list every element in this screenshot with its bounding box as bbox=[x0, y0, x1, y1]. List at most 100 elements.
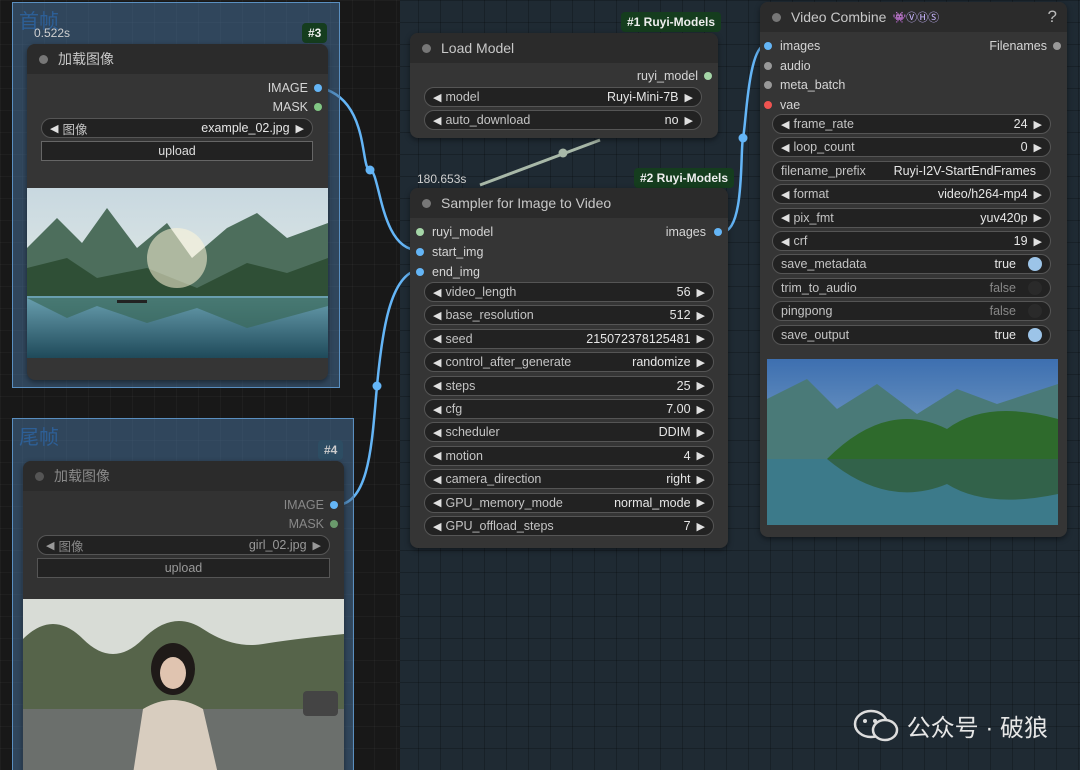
port-dot-icon[interactable] bbox=[330, 501, 338, 509]
image-select-widget[interactable]: ◀ 图像 girl_02.jpg ▶ bbox=[37, 535, 330, 555]
arrow-left-icon[interactable]: ◀ bbox=[433, 379, 441, 392]
collapse-dot-icon[interactable] bbox=[422, 198, 431, 208]
upload-button[interactable]: upload bbox=[37, 558, 330, 578]
output-images[interactable]: images bbox=[666, 225, 722, 239]
widget-motion[interactable]: ◀ motion 4 ▶ bbox=[424, 445, 714, 466]
arrow-right-icon[interactable]: ▶ bbox=[697, 520, 705, 533]
port-dot-icon[interactable] bbox=[764, 100, 772, 109]
arrow-right-icon[interactable]: ▶ bbox=[1034, 188, 1042, 201]
arrow-right-icon[interactable]: ▶ bbox=[697, 286, 705, 299]
widget-cfg[interactable]: ◀ cfg 7.00 ▶ bbox=[424, 399, 714, 419]
output-ruyi-model[interactable]: ruyi_model bbox=[637, 69, 712, 83]
port-dot-icon[interactable] bbox=[416, 228, 424, 236]
widget-gpu-memory-mode[interactable]: ◀ GPU_memory_mode normal_mode ▶ bbox=[424, 492, 714, 513]
toggle-knob-icon[interactable] bbox=[1028, 280, 1042, 295]
collapse-dot-icon[interactable] bbox=[422, 43, 431, 53]
upload-button[interactable]: upload bbox=[41, 141, 313, 161]
widget-filename-prefix[interactable]: filename_prefix Ruyi-I2V-StartEndFrames bbox=[772, 160, 1051, 181]
sampler-node[interactable]: Sampler for Image to Video ruyi_model st… bbox=[410, 188, 728, 548]
widget-control-after-generate[interactable]: ◀ control_after_generate randomize ▶ bbox=[424, 352, 714, 373]
port-dot-icon[interactable] bbox=[330, 520, 338, 528]
arrow-left-icon[interactable]: ◀ bbox=[781, 211, 789, 224]
port-dot-icon[interactable] bbox=[314, 84, 322, 92]
arrow-right-icon[interactable]: ▶ bbox=[296, 122, 304, 135]
node-header[interactable]: Load Model bbox=[410, 33, 718, 63]
arrow-left-icon[interactable]: ◀ bbox=[433, 309, 441, 322]
arrow-right-icon[interactable]: ▶ bbox=[697, 426, 705, 439]
arrow-left-icon[interactable]: ◀ bbox=[781, 141, 789, 154]
widget-save-output[interactable]: save_output true bbox=[772, 324, 1051, 345]
widget-steps[interactable]: ◀ steps 25 ▶ bbox=[424, 375, 714, 396]
input-vae[interactable]: vae bbox=[764, 98, 800, 112]
arrow-right-icon[interactable]: ▶ bbox=[1034, 141, 1042, 154]
widget-loop-count[interactable]: ◀ loop_count 0 ▶ bbox=[772, 137, 1051, 158]
port-dot-icon[interactable] bbox=[416, 268, 424, 276]
load-model-node[interactable]: Load Model ruyi_model ◀ model Ruyi-Mini-7B… bbox=[410, 33, 718, 138]
widget-camera-direction[interactable]: ◀ camera_direction right ▶ bbox=[424, 469, 714, 490]
arrow-left-icon[interactable]: ◀ bbox=[433, 332, 441, 345]
help-icon[interactable]: ? bbox=[1048, 7, 1057, 27]
output-filenames[interactable]: Filenames bbox=[989, 39, 1061, 53]
arrow-right-icon[interactable]: ▶ bbox=[1034, 235, 1042, 248]
port-dot-icon[interactable] bbox=[416, 248, 424, 256]
arrow-right-icon[interactable]: ▶ bbox=[697, 449, 705, 462]
input-start-img[interactable]: start_img bbox=[416, 245, 483, 259]
arrow-left-icon[interactable]: ◀ bbox=[433, 496, 441, 509]
output-mask[interactable]: MASK bbox=[273, 100, 322, 114]
widget-gpu-offload-steps[interactable]: ◀ GPU_offload_steps 7 ▶ bbox=[424, 516, 714, 536]
arrow-right-icon[interactable]: ▶ bbox=[697, 496, 705, 509]
toggle-knob-icon[interactable] bbox=[1028, 257, 1042, 272]
arrow-right-icon[interactable]: ▶ bbox=[685, 114, 693, 127]
port-dot-icon[interactable] bbox=[314, 103, 322, 111]
port-dot-icon[interactable] bbox=[764, 42, 772, 50]
widget-auto-download[interactable]: ◀ auto_download no ▶ bbox=[424, 110, 702, 130]
arrow-right-icon[interactable]: ▶ bbox=[1034, 118, 1042, 131]
widget-crf[interactable]: ◀ crf 19 ▶ bbox=[772, 231, 1051, 251]
widget-model[interactable]: ◀ model Ruyi-Mini-7B ▶ bbox=[424, 87, 702, 107]
arrow-right-icon[interactable]: ▶ bbox=[1034, 211, 1042, 224]
port-dot-icon[interactable] bbox=[764, 81, 772, 90]
port-dot-icon[interactable] bbox=[714, 228, 722, 236]
port-dot-icon[interactable] bbox=[764, 61, 772, 70]
arrow-left-icon[interactable]: ◀ bbox=[433, 520, 441, 533]
port-dot-icon[interactable] bbox=[1053, 42, 1061, 50]
arrow-left-icon[interactable]: ◀ bbox=[433, 286, 441, 299]
arrow-right-icon[interactable]: ▶ bbox=[697, 309, 705, 322]
widget-save-metadata[interactable]: save_metadata true bbox=[772, 254, 1051, 275]
input-end-img[interactable]: end_img bbox=[416, 265, 480, 279]
arrow-right-icon[interactable]: ▶ bbox=[697, 473, 705, 486]
arrow-right-icon[interactable]: ▶ bbox=[697, 332, 705, 345]
collapse-dot-icon[interactable] bbox=[35, 471, 44, 481]
widget-frame-rate[interactable]: ◀ frame_rate 24 ▶ bbox=[772, 114, 1051, 134]
collapse-dot-icon[interactable] bbox=[39, 54, 48, 64]
arrow-right-icon[interactable]: ▶ bbox=[697, 356, 705, 369]
arrow-left-icon[interactable]: ◀ bbox=[781, 118, 789, 131]
output-mask[interactable]: MASK bbox=[289, 517, 338, 531]
widget-seed[interactable]: ◀ seed 215072378125481 ▶ bbox=[424, 328, 714, 349]
input-audio[interactable]: audio bbox=[764, 59, 811, 73]
arrow-left-icon[interactable]: ◀ bbox=[433, 356, 441, 369]
arrow-left-icon[interactable]: ◀ bbox=[433, 91, 441, 104]
widget-pix-fmt[interactable]: ◀ pix_fmt yuv420p ▶ bbox=[772, 207, 1051, 228]
arrow-left-icon[interactable]: ◀ bbox=[433, 426, 441, 439]
widget-scheduler[interactable]: ◀ scheduler DDIM ▶ bbox=[424, 422, 714, 443]
node-header[interactable]: Video Combine 👾ⓋⒽⓈ ? bbox=[760, 2, 1067, 32]
collapse-dot-icon[interactable] bbox=[772, 12, 781, 22]
load-image-node-2[interactable]: 加载图像 IMAGE MASK ◀ 图像 girl_02.jpg ▶ uploa… bbox=[23, 461, 344, 770]
widget-video-length[interactable]: ◀ video_length 56 ▶ bbox=[424, 282, 714, 302]
input-images[interactable]: images bbox=[764, 39, 820, 53]
arrow-left-icon[interactable]: ◀ bbox=[433, 114, 441, 127]
arrow-right-icon[interactable]: ▶ bbox=[685, 91, 693, 104]
widget-format[interactable]: ◀ format video/h264-mp4 ▶ bbox=[772, 184, 1051, 205]
image-select-widget[interactable]: ◀ 图像 example_02.jpg ▶ bbox=[41, 118, 313, 138]
toggle-knob-icon[interactable] bbox=[1028, 304, 1042, 319]
output-image[interactable]: IMAGE bbox=[284, 498, 338, 512]
node-header[interactable]: 加载图像 bbox=[27, 44, 328, 74]
arrow-right-icon[interactable]: ▶ bbox=[697, 379, 705, 392]
port-dot-icon[interactable] bbox=[704, 72, 712, 80]
arrow-left-icon[interactable]: ◀ bbox=[433, 473, 441, 486]
load-image-node-1[interactable]: 加载图像 IMAGE MASK ◀ 图像 example_02.jpg ▶ up… bbox=[27, 44, 328, 380]
output-image[interactable]: IMAGE bbox=[268, 81, 322, 95]
arrow-right-icon[interactable]: ▶ bbox=[697, 403, 705, 416]
widget-pingpong[interactable]: pingpong false bbox=[772, 301, 1051, 322]
